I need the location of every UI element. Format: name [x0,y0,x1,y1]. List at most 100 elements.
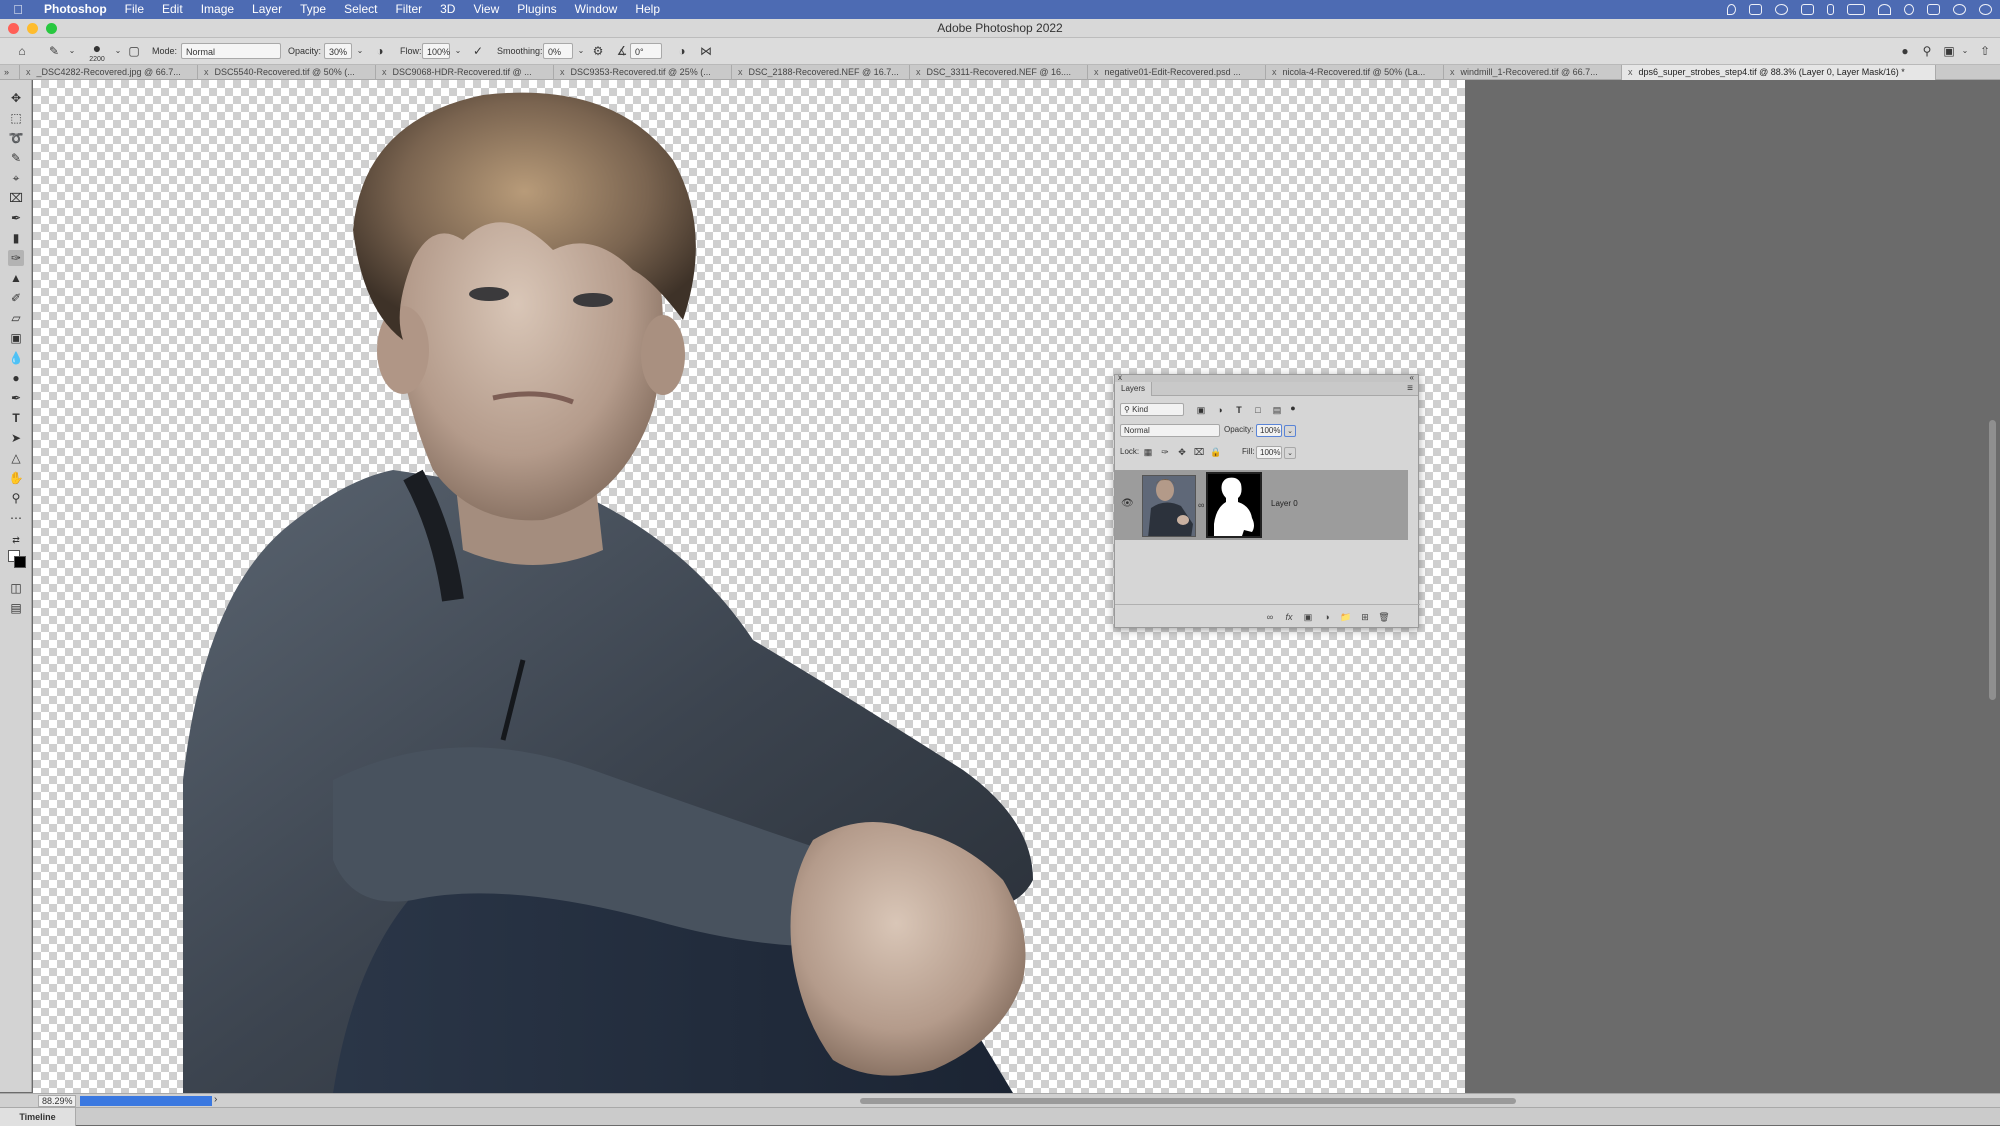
panel-drag-strip[interactable]: x « [1115,373,1418,382]
zoom-level-field[interactable]: 88.29% [38,1095,76,1107]
document-tab[interactable]: x DSC_3311-Recovered.NEF @ 16.... [910,65,1088,80]
minimize-window-button[interactable] [27,23,38,34]
mask-link-icon[interactable]: ∞ [1198,500,1204,510]
layer-opacity-field[interactable]: 100% [1256,424,1282,437]
history-brush-tool-icon[interactable]: ✐ [8,290,24,306]
workspace-icon[interactable]: ▣ [1941,43,1957,59]
brush-preset-icon[interactable]: ✎ [46,43,62,59]
menu-app[interactable]: Photoshop [36,0,116,19]
close-tab-icon[interactable]: x [26,67,31,77]
eyedropper-tool-icon[interactable]: ✒ [8,210,24,226]
filter-toggle-icon[interactable]: ● [1287,402,1299,414]
healing-brush-tool-icon[interactable]: ▮ [8,230,24,246]
apple-icon[interactable]:  [0,2,36,17]
menu-layer[interactable]: Layer [243,0,291,19]
marquee-tool-icon[interactable]: ⬚ [8,110,24,126]
frame-tool-icon[interactable]: ⌧ [8,190,24,206]
delete-layer-trash-icon[interactable]: 🗑 [1377,611,1391,623]
brush-settings-icon[interactable]: ▢ [126,43,142,59]
filter-type-icon[interactable]: T [1233,404,1245,416]
chevron-down-icon[interactable]: ⌄ [450,43,466,59]
menu-image[interactable]: Image [192,0,243,19]
layer-thumbnail[interactable] [1142,475,1196,537]
chevron-down-icon[interactable]: ⌄ [1284,425,1296,437]
people-icon[interactable]: ● [1897,43,1913,59]
document-tab[interactable]: x negative01-Edit-Recovered.psd ... [1088,65,1266,80]
close-panel-icon[interactable]: x [1118,373,1122,382]
vertical-scroll-thumb[interactable] [1989,420,1996,700]
eraser-tool-icon[interactable]: ▱ [8,310,24,326]
flow-field[interactable]: 100% [422,43,450,59]
clone-stamp-tool-icon[interactable]: ▲ [8,270,24,286]
layer-row[interactable]: 👁 ∞ Layer 0 [1115,470,1408,540]
brush-tool-icon[interactable]: ✑ [8,250,24,266]
chevron-down-icon[interactable]: ⌄ [352,43,368,59]
pen-tool-icon[interactable]: ✒ [8,390,24,406]
zoom-tool-icon[interactable]: ⚲ [8,490,24,506]
layer-name[interactable]: Layer 0 [1271,499,1298,508]
new-group-folder-icon[interactable]: 📁 [1339,611,1353,623]
home-icon[interactable]: ⌂ [14,43,30,59]
panel-menu-icon[interactable]: ≡ [1407,382,1413,396]
path-selection-tool-icon[interactable]: ➤ [8,430,24,446]
menu-file[interactable]: File [116,0,153,19]
pressure-size-icon[interactable]: ◑ [674,43,690,59]
location-icon[interactable] [1727,4,1736,15]
quick-select-tool-icon[interactable]: ✎ [8,150,24,166]
filter-smart-object-icon[interactable]: ▤ [1271,404,1283,416]
close-tab-icon[interactable]: x [1272,67,1277,77]
bluetooth-icon[interactable] [1827,4,1834,15]
chevron-down-icon[interactable]: ⌄ [1957,43,1973,59]
move-tool-icon[interactable]: ✥ [8,90,24,106]
fill-field[interactable]: 100% [1256,446,1282,459]
crop-tool-icon[interactable]: ⌖ [8,170,24,186]
control-center-icon[interactable] [1927,4,1940,15]
close-tab-icon[interactable]: x [1094,67,1099,77]
wifi-icon[interactable] [1878,4,1891,15]
chevron-down-icon[interactable]: ⌄ [573,43,589,59]
blend-mode-select[interactable]: Normal [1120,424,1220,437]
hand-tool-icon[interactable]: ✋ [8,470,24,486]
menu-filter[interactable]: Filter [386,0,431,19]
document-tab[interactable]: x DSC9068-HDR-Recovered.tif @ ... [376,65,554,80]
lock-all-icon[interactable]: 🔒 [1210,446,1222,458]
pressure-opacity-icon[interactable]: ◑ [372,43,388,59]
document-tab[interactable]: x DSC5540-Recovered.tif @ 50% (... [198,65,376,80]
menu-edit[interactable]: Edit [153,0,192,19]
horizontal-scroll-thumb[interactable] [860,1098,1516,1104]
type-tool-icon[interactable]: T [8,410,24,426]
photoshop-status-icon[interactable] [1749,4,1762,15]
gradient-tool-icon[interactable]: ▣ [8,330,24,346]
close-window-button[interactable] [8,23,19,34]
swap-colors-icon[interactable]: ⇄ [8,532,24,548]
search-icon[interactable]: ⚲ [1919,43,1935,59]
share-icon[interactable]: ⇧ [1977,43,1993,59]
chevron-down-icon[interactable]: ⌄ [1284,447,1296,459]
screen-mode-icon[interactable]: ▤ [8,600,24,616]
menu-3d[interactable]: 3D [431,0,464,19]
document-tab[interactable]: x DSC9353-Recovered.tif @ 25% (... [554,65,732,80]
document-tab[interactable]: x DSC_2188-Recovered.NEF @ 16.7... [732,65,910,80]
document-tab[interactable]: x windmill_1-Recovered.tif @ 66.7... [1444,65,1622,80]
filter-adjustment-icon[interactable]: ◑ [1214,404,1226,416]
tabs-overflow-icon[interactable]: » [0,65,20,80]
tab-layers[interactable]: Layers [1115,382,1153,396]
filter-kind-select[interactable]: ⚲ Kind [1120,403,1184,416]
lock-transparent-icon[interactable]: ▦ [1142,446,1154,458]
close-tab-icon[interactable]: x [738,67,743,77]
quick-mask-icon[interactable]: ◫ [8,580,24,596]
lasso-tool-icon[interactable]: ➰ [8,130,24,146]
shape-tool-icon[interactable]: △ [8,450,24,466]
siri-icon[interactable] [1979,4,1992,15]
dodge-tool-icon[interactable]: ● [8,370,24,386]
smoothing-field[interactable]: 0% [543,43,573,59]
status-menu-arrow-icon[interactable]: › [214,1094,217,1105]
menu-view[interactable]: View [464,0,508,19]
zoom-window-button[interactable] [46,23,57,34]
chevron-down-icon[interactable]: ⌄ [110,43,126,59]
close-tab-icon[interactable]: x [1628,67,1633,77]
brush-angle-field[interactable]: 0° [630,43,662,59]
menu-plugins[interactable]: Plugins [508,0,565,19]
link-layers-icon[interactable]: ∞ [1263,611,1277,623]
collapse-panel-icon[interactable]: « [1410,373,1414,382]
